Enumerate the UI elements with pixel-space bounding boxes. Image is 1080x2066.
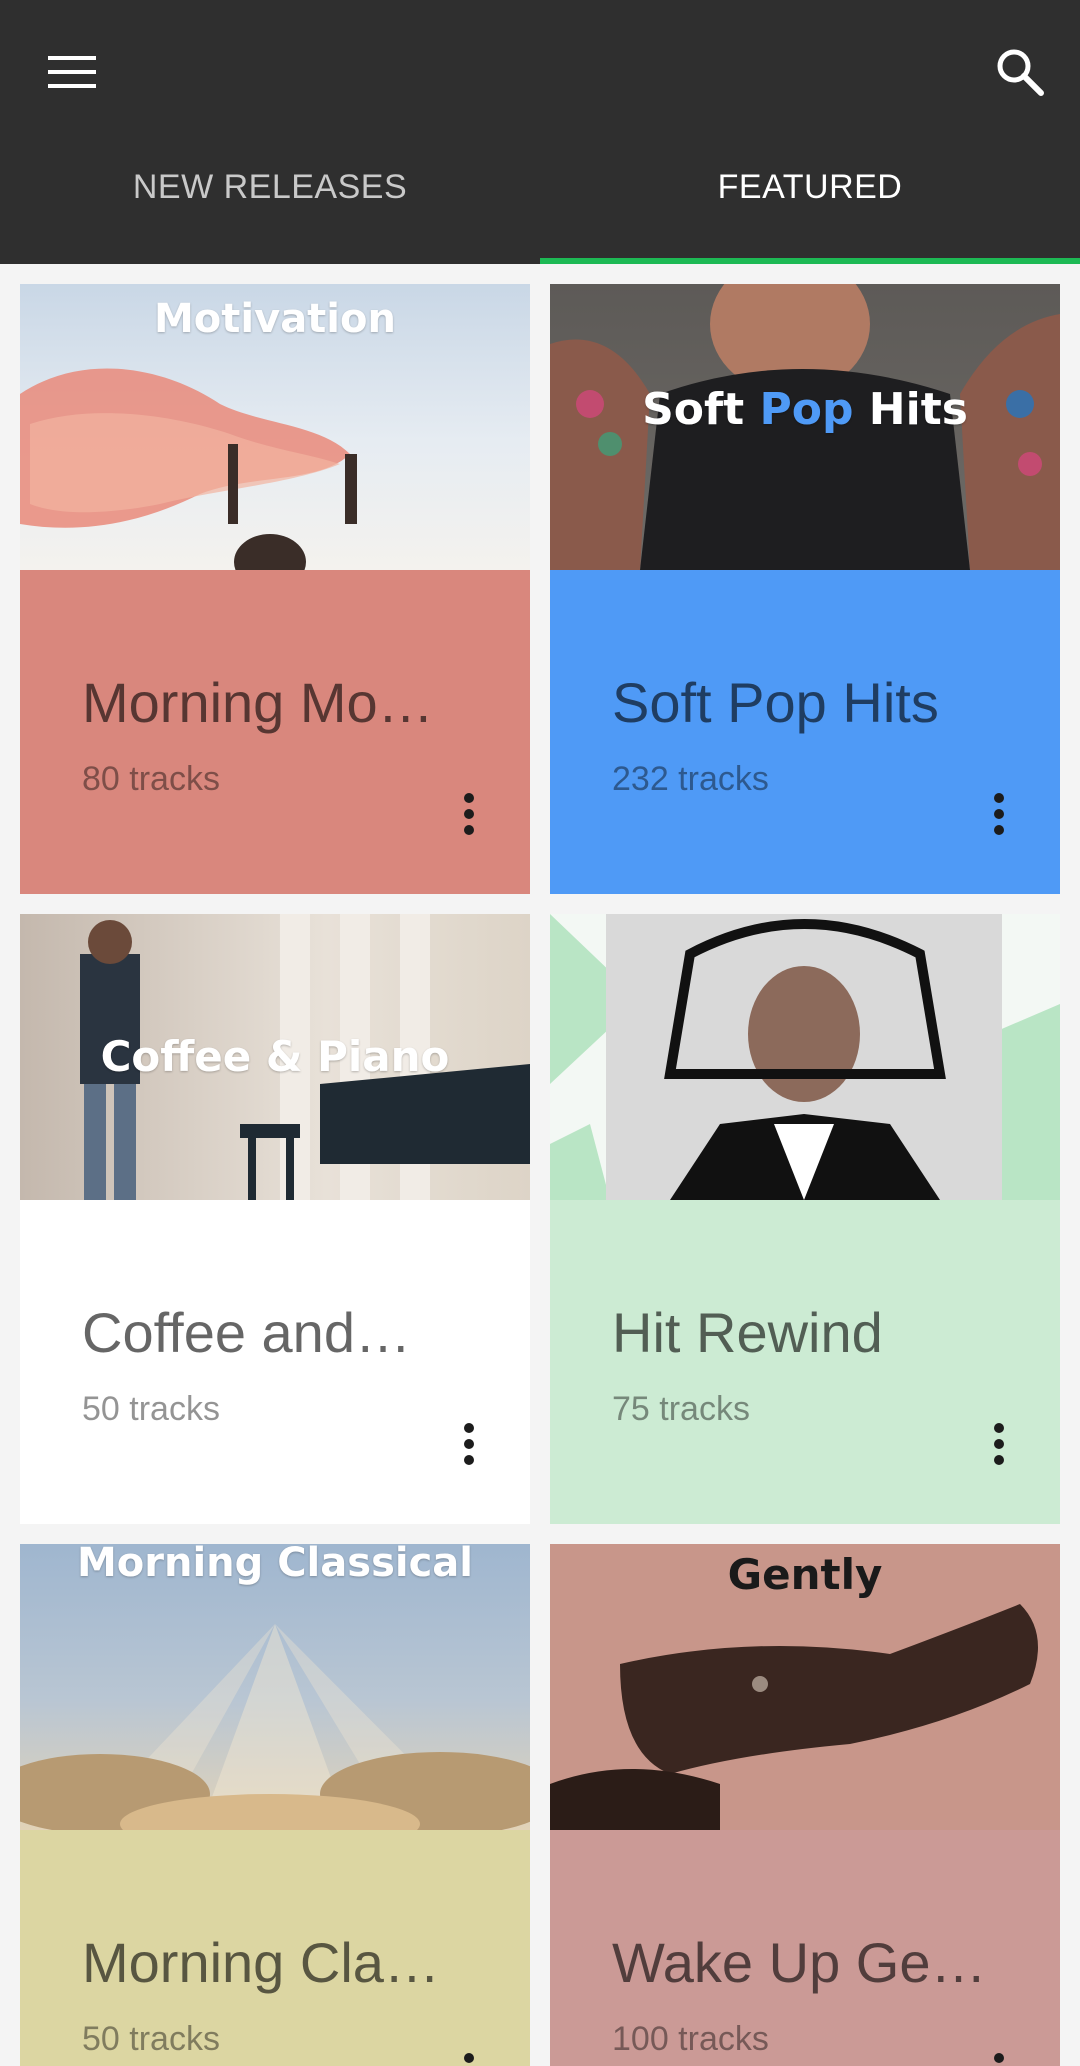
playlist-info: Soft Pop Hits 232 tracks <box>550 570 1060 894</box>
more-vert-icon <box>464 2053 474 2063</box>
playlist-card-morning-motivation[interactable]: Motivation Morning Mo… 80 tracks <box>20 284 530 894</box>
playlist-cover: Gently <box>550 1544 1060 1830</box>
playlist-title: Coffee and… <box>82 1301 411 1364</box>
tab-indicator <box>540 258 1080 264</box>
tab-label: NEW RELEASES <box>132 167 408 206</box>
search-icon <box>997 49 1044 96</box>
playlist-title: Morning Mo… <box>82 671 434 734</box>
tab-bar: NEW RELEASES FEATURED <box>0 150 1080 264</box>
app-root: NEW RELEASES FEATURED Motivation Morning… <box>0 0 1080 2066</box>
playlist-info: Coffee and… 50 tracks <box>20 1200 530 1524</box>
playlist-track-count: 232 tracks <box>612 760 769 798</box>
more-vert-icon <box>464 1423 474 1465</box>
cover-title-part: Soft <box>642 384 760 435</box>
playlist-track-count: 50 tracks <box>82 2020 220 2058</box>
cover-title: Morning Classical <box>76 1544 474 1586</box>
cover-title: Motivation <box>154 296 396 342</box>
more-options-button[interactable] <box>444 782 494 846</box>
more-vert-icon <box>994 1423 1004 1465</box>
playlist-cover: Coffee & Piano <box>20 914 530 1200</box>
cover-title-part: Hits <box>853 384 968 435</box>
more-options-button[interactable] <box>974 2042 1024 2066</box>
playlist-title: Soft Pop Hits <box>612 671 939 734</box>
playlist-track-count: 100 tracks <box>612 2020 769 2058</box>
playlist-cover <box>550 914 1060 1200</box>
tab-featured[interactable]: FEATURED <box>540 130 1080 244</box>
playlist-track-count: 50 tracks <box>82 1390 220 1428</box>
app-bar: NEW RELEASES FEATURED <box>0 0 1080 264</box>
playlist-info: Morning Mo… 80 tracks <box>20 570 530 894</box>
more-options-button[interactable] <box>974 1412 1024 1476</box>
cover-title: Soft Pop Hits <box>550 384 1060 435</box>
cover-title: Coffee & Piano <box>100 1032 450 1081</box>
playlist-cover: Soft Pop Hits <box>550 284 1060 570</box>
playlist-card-hit-rewind[interactable]: Hit Rewind 75 tracks <box>550 914 1060 1524</box>
playlist-card-soft-pop-hits[interactable]: Soft Pop Hits Soft Pop Hits 232 tracks <box>550 284 1060 894</box>
more-options-button[interactable] <box>444 1412 494 1476</box>
playlist-cover: Morning Classical <box>20 1544 530 1830</box>
cover-title-part: Pop <box>759 384 854 435</box>
playlist-info: Morning Cla… 50 tracks <box>20 1830 530 2066</box>
more-vert-icon <box>994 793 1004 835</box>
more-vert-icon <box>464 793 474 835</box>
playlist-track-count: 80 tracks <box>82 760 220 798</box>
more-options-button[interactable] <box>444 2042 494 2066</box>
menu-icon <box>48 56 96 88</box>
tab-label: FEATURED <box>717 167 903 206</box>
playlist-info: Hit Rewind 75 tracks <box>550 1200 1060 1524</box>
playlist-cover: Motivation <box>20 284 530 570</box>
playlist-title: Wake Up Ge… <box>612 1931 987 1994</box>
more-vert-icon <box>994 2053 1004 2063</box>
menu-button[interactable] <box>40 40 104 104</box>
playlist-title: Hit Rewind <box>612 1301 883 1364</box>
playlist-track-count: 75 tracks <box>612 1390 750 1428</box>
playlist-title: Morning Cla… <box>82 1931 440 1994</box>
more-options-button[interactable] <box>974 782 1024 846</box>
search-button[interactable] <box>984 36 1056 108</box>
playlist-info: Wake Up Ge… 100 tracks <box>550 1830 1060 2066</box>
tab-new-releases[interactable]: NEW RELEASES <box>0 130 540 244</box>
playlist-card-morning-classical[interactable]: Morning Classical Morning Cla… 50 tracks <box>20 1544 530 2066</box>
cover-title: Gently <box>727 1550 883 1599</box>
playlist-card-coffee-and-piano[interactable]: Coffee & Piano Coffee and… 50 tracks <box>20 914 530 1524</box>
playlist-card-wake-up-gently[interactable]: Gently Wake Up Ge… 100 tracks <box>550 1544 1060 2066</box>
